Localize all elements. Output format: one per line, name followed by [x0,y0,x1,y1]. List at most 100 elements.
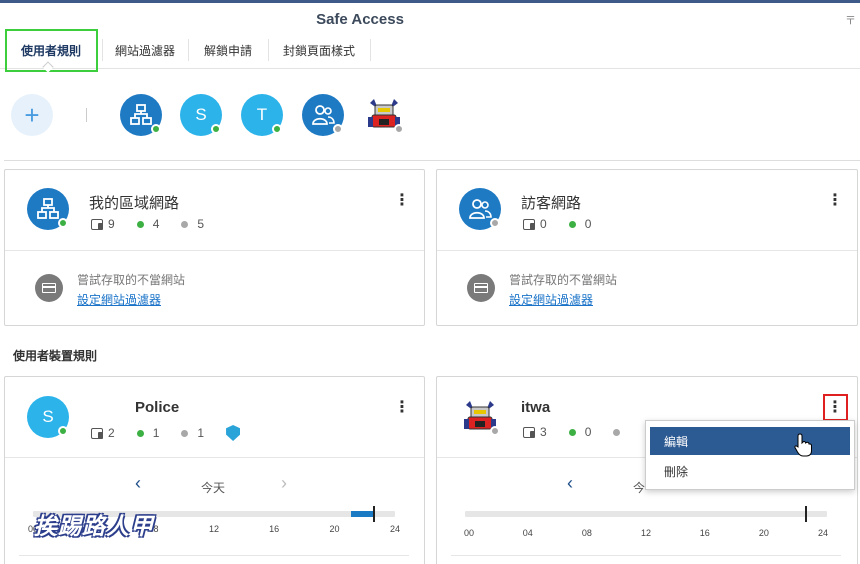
tab-bar: 使用者規則 網站過濾器 解鎖申請 封鎖頁面樣式 [0,31,860,69]
window-menu-icon[interactable]: 〒 [845,12,856,28]
card-stats: 0 0 [523,217,613,231]
offline-count: 1 [197,426,205,440]
online-dot [568,220,576,228]
online-dot [568,428,576,436]
offline-status-dot [490,218,500,228]
offline-status-dot [490,426,500,436]
network-icon [37,198,59,219]
device-icon [91,427,103,439]
tab-web-filter[interactable]: 網站過濾器 [103,33,187,67]
tick-label: 12 [208,524,220,534]
card-avatar: S [27,396,69,438]
tick-label: 04 [522,528,533,538]
guest-users-icon [469,199,492,219]
blocked-site-icon [467,274,495,302]
offline-dot [181,429,189,437]
device-count: 0 [540,217,547,231]
tick-label: 16 [269,524,280,534]
card-bottom-divider [451,555,841,556]
blocked-sites-label: 嘗試存取的不當網站 [77,273,186,287]
card-avatar [27,188,69,230]
tick-label: 12 [640,528,652,538]
more-options-icon[interactable]: ⋮ [394,397,410,417]
online-count: 4 [152,217,160,231]
usage-bar [351,511,373,517]
online-status-dot [272,124,282,134]
shield-icon [226,425,241,441]
window-top-bar [0,0,860,3]
avatar-letter: T [256,105,268,124]
tick-label: 16 [699,528,710,538]
online-status-dot [211,124,221,134]
card-avatar [459,188,501,230]
tick-label: 08 [581,528,592,538]
user-avatar-s[interactable]: S [180,94,222,136]
online-status-dot [58,218,68,228]
offline-dot [613,428,621,436]
online-count: 0 [584,217,592,231]
card-title: itwa [521,399,551,416]
more-button-highlight [823,394,848,421]
network-card-guest: 訪客網路 ⋮ 0 0 嘗試存取的不當網站 設定網站過濾器 [436,169,858,326]
setup-web-filter-link[interactable]: 設定網站過濾器 [509,291,593,308]
blocked-sites-label: 嘗試存取的不當網站 [509,273,618,287]
card-divider [5,457,424,458]
user-avatar-t[interactable]: T [241,94,283,136]
avatar-row-divider [86,108,87,122]
tab-block-page-style[interactable]: 封鎖頁面樣式 [269,33,369,67]
card-divider [437,250,857,251]
network-avatar[interactable] [120,94,162,136]
tick-label: 24 [817,528,829,538]
card-avatar [459,396,501,438]
card-stats: 9 4 5 [91,217,226,231]
device-count: 9 [108,217,115,231]
device-icon [523,426,535,438]
more-options-icon[interactable]: ⋮ [394,190,410,210]
section-heading-user-device-rules: 使用者裝置規則 [13,349,98,363]
offline-status-dot [394,124,404,134]
day-label: 今天 [201,481,226,495]
network-card-local: 我的區域網路 ⋮ 9 4 5 嘗試存取的不當網站 設定網站過濾器 [4,169,425,326]
online-status-dot [58,426,68,436]
next-day-chevron-icon[interactable]: › [281,473,287,494]
card-title: 訪客網路 [521,195,582,212]
day-label: 今 [633,481,646,495]
card-title: Police [135,399,180,416]
card-bottom-divider [19,555,409,556]
online-status-dot [151,124,161,134]
guest-users-icon [312,105,335,125]
offline-count: 5 [197,217,205,231]
avatar-letter: S [195,105,207,124]
robot-avatar[interactable] [363,94,405,136]
device-count: 3 [540,425,547,439]
more-options-icon[interactable]: ⋮ [827,190,843,210]
avatar-letter: S [42,407,54,426]
tab-divider [370,39,371,61]
previous-day-chevron-icon[interactable]: ‹ [567,473,573,494]
device-icon [91,218,103,230]
current-time-marker [805,506,807,522]
menu-item-delete[interactable]: 刪除 [650,457,850,485]
watermark-text: 挨踢路人甲 [34,513,154,540]
offline-dot [181,220,189,228]
card-stats: 2 1 1 [91,425,262,441]
tick-label: 20 [329,524,340,534]
online-count: 1 [152,426,160,440]
device-count: 2 [108,426,115,440]
tab-unlock-requests[interactable]: 解鎖申請 [189,33,267,67]
add-profile-button[interactable]: + [11,94,53,136]
network-icon [130,104,152,125]
tick-label: 00 [463,528,475,538]
app-title: Safe Access [316,11,404,28]
online-count: 0 [584,425,592,439]
context-menu: 編輯 刪除 [645,420,855,490]
usage-timeline [465,506,827,522]
guest-avatar[interactable] [302,94,344,136]
setup-web-filter-link[interactable]: 設定網站過濾器 [77,291,161,308]
previous-day-chevron-icon[interactable]: ‹ [135,473,141,494]
blocked-site-icon [35,274,63,302]
card-stats: 3 0 [523,425,651,439]
menu-item-edit[interactable]: 編輯 [650,427,850,455]
device-icon [523,218,535,230]
tick-label: 20 [758,528,769,538]
